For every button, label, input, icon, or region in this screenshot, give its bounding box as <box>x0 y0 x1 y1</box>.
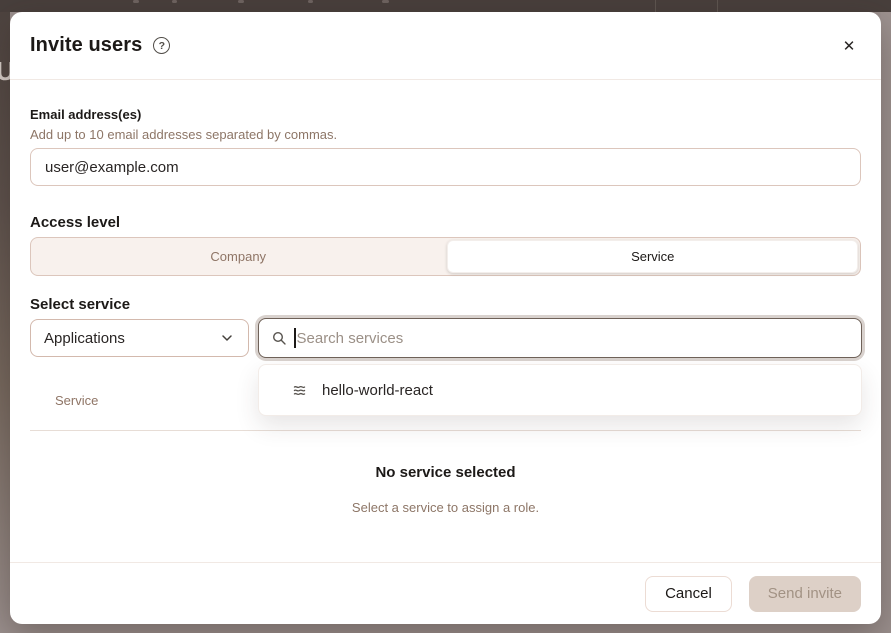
service-type-value: Applications <box>44 330 125 347</box>
search-icon <box>271 330 287 346</box>
empty-state-title: No service selected <box>10 464 881 481</box>
email-label: Email address(es) <box>30 107 141 122</box>
text-cursor <box>294 328 296 348</box>
close-icon[interactable]: ✕ <box>837 34 861 58</box>
segment-company[interactable]: Company <box>31 238 446 275</box>
obscured-header-text <box>382 0 389 3</box>
email-field[interactable] <box>30 148 861 186</box>
background-page-fragment: U <box>0 56 10 87</box>
service-column-header: Service <box>55 393 98 408</box>
topbar-separator <box>655 0 656 12</box>
access-level-toggle: Company Service <box>30 237 861 276</box>
empty-state-subtitle: Select a service to assign a role. <box>10 500 881 515</box>
email-helper-text: Add up to 10 email addresses separated b… <box>30 127 337 142</box>
help-icon[interactable]: ? <box>153 37 170 54</box>
backdrop-left: U <box>0 12 10 633</box>
select-service-label: Select service <box>30 296 130 313</box>
dialog-footer: Cancel Send invite <box>10 562 881 624</box>
send-invite-button[interactable]: Send invite <box>749 576 861 612</box>
service-type-select[interactable]: Applications <box>30 319 249 357</box>
obscured-header-text <box>308 0 313 3</box>
chevron-down-icon <box>219 330 235 346</box>
table-header-divider <box>30 430 861 431</box>
obscured-header-text <box>238 0 244 3</box>
obscured-header-text <box>172 0 177 3</box>
service-results-dropdown: hello-world-react <box>258 364 862 416</box>
invite-users-dialog: Invite users ? ✕ Email address(es) Add u… <box>10 12 881 624</box>
dialog-title: Invite users <box>30 34 142 57</box>
dialog-header: Invite users ? ✕ <box>10 12 881 80</box>
obscured-header-text <box>133 0 139 3</box>
background-topbar <box>0 0 891 12</box>
search-services-input[interactable] <box>297 330 850 347</box>
service-result-label: hello-world-react <box>322 382 433 399</box>
service-result-item[interactable]: hello-world-react <box>259 365 861 415</box>
service-search-box[interactable] <box>258 318 862 358</box>
topbar-separator <box>717 0 718 12</box>
cancel-button[interactable]: Cancel <box>645 576 732 612</box>
screen: U Invite users ? ✕ Email address(es) Add… <box>0 0 891 633</box>
segment-service[interactable]: Service <box>446 238 861 275</box>
backdrop-right <box>881 12 891 633</box>
access-level-label: Access level <box>30 214 120 231</box>
stack-icon <box>292 383 307 398</box>
